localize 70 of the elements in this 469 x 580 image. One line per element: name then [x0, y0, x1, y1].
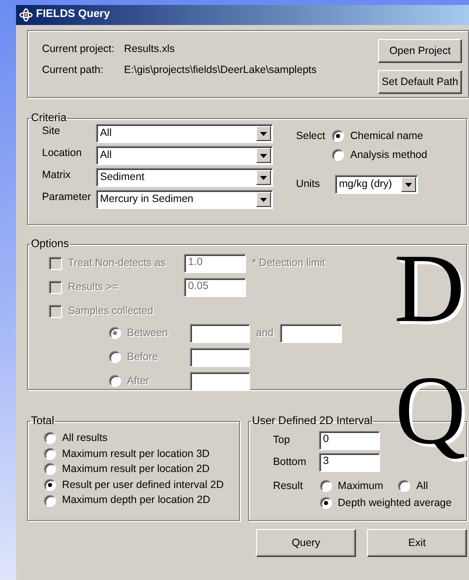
field-label: Bottom — [273, 456, 308, 469]
radio-label: Maximum result per location 2D — [62, 463, 210, 476]
window-title: FIELDS Query — [36, 8, 110, 22]
radio-label: All — [416, 480, 428, 493]
field-label: Units — [296, 178, 320, 191]
field-label: Top — [273, 434, 291, 447]
backdrop-letter: D — [394, 240, 465, 338]
field-label: Matrix — [42, 168, 72, 182]
radio-button[interactable] — [332, 148, 344, 161]
field-label: Select — [296, 130, 326, 144]
radio-label: All results — [62, 432, 108, 445]
dropdown-arrow-button[interactable] — [256, 192, 271, 207]
field-label: Current path: — [42, 64, 104, 76]
radio-button[interactable] — [320, 480, 332, 492]
checkbox-label: Results >= — [68, 280, 120, 294]
field-label: Result — [273, 480, 303, 494]
dialog-button[interactable]: Exit — [367, 529, 467, 557]
radio-label: After — [127, 374, 150, 388]
radio-label: Result per user defined interval 2D — [62, 478, 224, 492]
project-button[interactable]: Open Project — [378, 39, 462, 63]
checkbox-label: Treat Non-detects as — [68, 256, 167, 270]
field-label: Location — [42, 146, 83, 160]
dropdown-field[interactable]: mg/kg (dry) — [334, 175, 418, 194]
group-title: Total — [30, 416, 56, 427]
group-title: Options — [30, 239, 70, 250]
caret-icon — [260, 154, 267, 158]
dialog-button[interactable]: Query — [256, 529, 356, 557]
dropdown-field[interactable]: All — [96, 146, 273, 165]
field-value: E:\gis\projects\fields\DeerLake\samplepts — [124, 64, 318, 76]
field-suffix: * Detection limit — [252, 256, 325, 270]
project-button[interactable]: Set Default Path — [378, 70, 462, 94]
caret-icon — [260, 132, 267, 136]
radio-label: Analysis method — [350, 148, 428, 162]
caret-icon — [404, 182, 412, 187]
text-field[interactable]: 3 — [319, 453, 380, 472]
radio-button[interactable] — [332, 130, 344, 142]
radio-button[interactable] — [398, 480, 410, 492]
radio-label: Maximum depth per location 2D — [62, 494, 210, 507]
group-title: User Defined 2D Interval — [251, 416, 374, 427]
app-icon — [18, 8, 34, 22]
dropdown-arrow-button[interactable] — [256, 126, 271, 141]
field-label: Site — [42, 124, 62, 138]
radio-label: Chemical name — [350, 130, 424, 143]
radio-button[interactable] — [44, 463, 56, 476]
caret-icon — [260, 176, 267, 180]
field-value: Results.xls — [124, 43, 176, 56]
dropdown-field[interactable]: Mercury in Sedimen — [96, 190, 273, 209]
field-label: Parameter — [42, 190, 92, 204]
radio-button[interactable] — [44, 494, 56, 507]
radio-button[interactable] — [44, 448, 56, 460]
dropdown-arrow-button[interactable] — [256, 170, 271, 185]
radio-label: Depth weighted average — [338, 496, 452, 510]
radio-button[interactable] — [44, 479, 56, 492]
backdrop-letter: Q — [395, 362, 466, 460]
radio-label: Before — [127, 350, 158, 364]
caret-icon — [260, 198, 267, 202]
radio-button[interactable] — [44, 432, 56, 444]
radio-label: Maximum result per location 3D — [62, 448, 210, 460]
radio-label: Between — [127, 326, 168, 340]
dropdown-field[interactable]: Sediment — [96, 168, 273, 187]
radio-label: Maximum — [338, 480, 384, 493]
radio-button[interactable] — [320, 496, 332, 509]
checkbox-label: Samples collected — [68, 304, 154, 318]
dropdown-arrow-button[interactable] — [256, 148, 271, 163]
dropdown-arrow-button[interactable] — [400, 177, 416, 192]
field-label: and — [256, 326, 274, 340]
text-field[interactable]: 0 — [319, 431, 380, 450]
field-label: Current project: — [42, 43, 116, 56]
dropdown-field[interactable]: All — [96, 124, 273, 143]
group-title: Criteria — [30, 113, 68, 124]
